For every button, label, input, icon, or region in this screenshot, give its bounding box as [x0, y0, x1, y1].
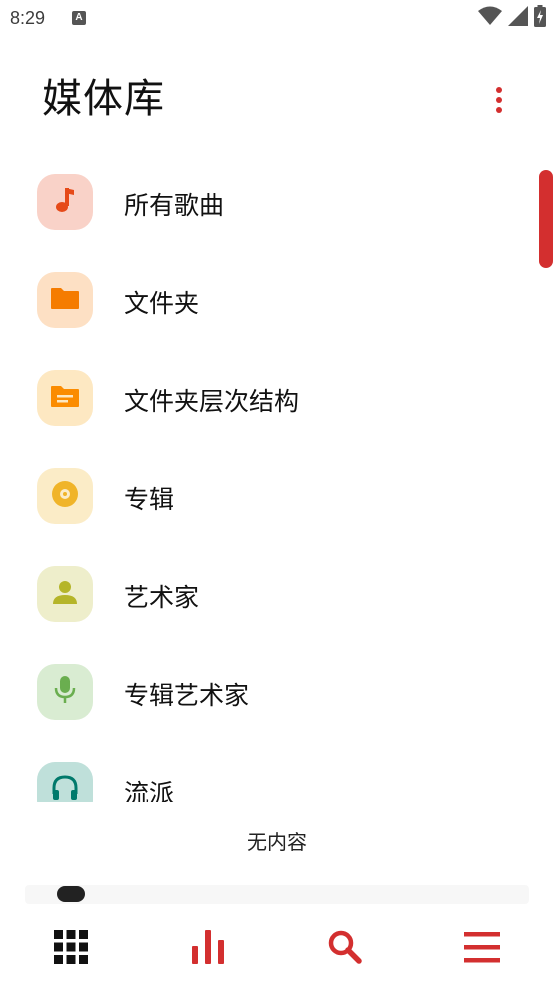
library-item-folders[interactable]: 文件夹 [0, 251, 530, 349]
headphones-icon [51, 774, 79, 802]
folder-tree-icon [50, 384, 80, 412]
library-item-all-songs[interactable]: 所有歌曲 [0, 153, 530, 251]
item-icon-bg [37, 272, 93, 328]
library-item-label: 流派 [124, 779, 175, 802]
mic-icon [53, 675, 77, 709]
status-bar: 8:29 A [0, 0, 554, 38]
hamburger-menu-icon [464, 931, 500, 967]
cell-signal-icon [508, 6, 528, 30]
bar-chart-icon [190, 930, 226, 968]
library-item-label: 专辑 [124, 485, 175, 514]
item-icon-bg [37, 468, 93, 524]
library-item-folder-hierarchy[interactable]: 文件夹层次结构 [0, 349, 530, 447]
item-icon-bg [37, 566, 93, 622]
bottom-nav [0, 915, 554, 984]
more-options-button[interactable] [484, 82, 514, 122]
album-icon [51, 480, 79, 512]
item-icon-bg [37, 762, 93, 802]
nav-search-button[interactable] [325, 929, 365, 969]
library-list[interactable]: 所有歌曲 文件夹 文件夹层次结构 专辑 艺术家 专辑艺术家 流派 [0, 153, 554, 802]
mini-player-handle[interactable] [57, 886, 85, 902]
person-icon [52, 579, 78, 609]
wifi-icon [478, 6, 502, 30]
item-icon-bg [37, 370, 93, 426]
empty-state-text: 无内容 [247, 830, 307, 854]
library-item-label: 文件夹层次结构 [124, 387, 300, 416]
library-item-albums[interactable]: 专辑 [0, 447, 530, 545]
scrollbar-thumb[interactable] [539, 170, 553, 268]
item-icon-bg [37, 174, 93, 230]
more-vert-icon [495, 86, 503, 118]
page-title: 媒体库 [42, 76, 165, 122]
library-item-label: 专辑艺术家 [124, 681, 250, 710]
library-item-artists[interactable]: 艺术家 [0, 545, 530, 643]
library-item-label: 艺术家 [124, 583, 200, 612]
library-item-album-artists[interactable]: 专辑艺术家 [0, 643, 530, 741]
status-time: 8:29 [10, 8, 46, 28]
nav-charts-button[interactable] [188, 929, 228, 969]
library-item-label: 所有歌曲 [124, 191, 225, 220]
grid-icon [54, 930, 88, 968]
battery-charging-icon [534, 5, 546, 31]
library-item-label: 文件夹 [124, 289, 200, 318]
nav-menu-button[interactable] [462, 929, 502, 969]
item-icon-bg [37, 664, 93, 720]
notification-app-icon: A [72, 11, 86, 25]
nav-library-button[interactable] [51, 929, 91, 969]
music-note-icon [52, 186, 78, 218]
status-icons [478, 5, 546, 31]
search-icon [328, 930, 362, 968]
library-item-genres[interactable]: 流派 [0, 741, 530, 802]
mini-player-bar[interactable] [25, 885, 529, 904]
folder-icon [50, 286, 80, 314]
